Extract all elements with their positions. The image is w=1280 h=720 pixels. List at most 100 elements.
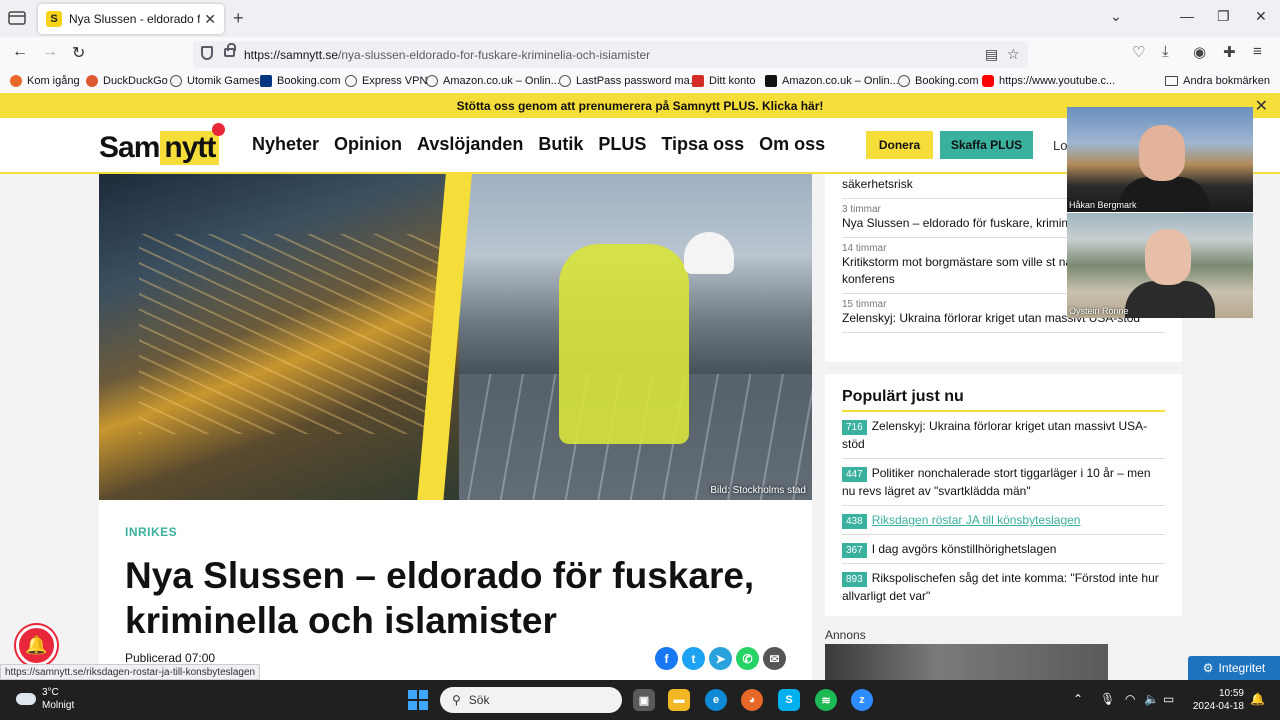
new-tab-icon[interactable]: + [233,8,244,29]
person-face [1145,229,1191,285]
whatsapp-icon[interactable]: ✆ [736,647,759,670]
popular-title[interactable]: Rikspolischefen såg det inte komma: "För… [842,571,1159,603]
bookmark-lastpass[interactable]: LastPass password ma... [559,75,699,87]
file-explorer-icon[interactable]: ▬ [668,689,690,711]
notification-bell-icon[interactable]: 🔔 [16,625,57,666]
privacy-button[interactable]: ⚙ Integritet [1188,656,1280,680]
skype-icon[interactable]: S [778,689,800,711]
telegram-icon[interactable]: ➤ [709,647,732,670]
email-icon[interactable]: ✉ [763,647,786,670]
ad-image[interactable] [825,644,1108,680]
share-buttons: f t ➤ ✆ ✉ [655,647,786,670]
restore-icon[interactable]: ❐ [1217,8,1230,25]
wifi-icon[interactable]: ◠ [1125,692,1135,706]
popular-title[interactable]: Zelenskyj: Ukraina förlorar kriget utan … [842,419,1147,451]
tab-list-icon[interactable] [8,10,26,26]
notification-center-icon[interactable]: 🔔 [1250,692,1265,706]
downloads-icon[interactable]: ⤓ [1162,43,1169,60]
edge-icon[interactable]: e [705,689,727,711]
close-banner-icon[interactable]: ✕ [1255,96,1268,116]
login-link[interactable]: Lo [1053,138,1067,153]
browser-tab-active[interactable]: S Nya Slussen - eldorado för fuskare ✕ [38,4,224,34]
volume-icon[interactable]: 🔈 [1144,692,1159,706]
bookmark-label: DuckDuckGo [103,75,168,87]
forward-icon[interactable]: → [42,43,58,61]
other-bookmarks[interactable]: Andra bokmärken [1165,75,1270,87]
url-bar[interactable]: https://samnytt.se/nya-slussen-eldorado-… [193,41,1028,68]
reader-view-icon[interactable]: ▤ [985,46,998,63]
menu-butik[interactable]: Butik [538,134,583,155]
task-view-icon[interactable]: ▣ [633,689,655,711]
account-icon[interactable]: ◉ [1193,43,1206,61]
popular-item[interactable]: 893 Rikspolischefen såg det inte komma: "… [842,564,1165,610]
samnytt-logo[interactable]: Sam nytt [99,123,226,169]
facebook-icon[interactable]: f [655,647,678,670]
popular-item[interactable]: 367 I dag avgörs könstillhörighetslagen [842,535,1165,564]
bookmark-star-icon[interactable]: ☆ [1007,46,1020,63]
tracking-protection-shield-icon[interactable] [201,46,213,60]
menu-plus[interactable]: PLUS [598,134,646,155]
bookmark-booking[interactable]: Booking.com [260,75,341,87]
bookmark-amazon-1[interactable]: Amazon.co.uk – Onlin... [426,75,560,87]
lock-icon[interactable] [224,43,236,57]
image-credit: Bild: Stockholms stad [710,485,806,496]
bookmark-booking-2[interactable]: Booking.com [898,75,979,87]
tray-overflow-icon[interactable]: ⌃ [1073,692,1083,706]
link-status-bar: https://samnytt.se/riksdagen-rostar-ja-t… [0,664,261,680]
battery-icon[interactable]: ▭ [1163,692,1174,706]
popular-title-hovered[interactable]: Riksdagen röstar JA till könsbyteslagen [872,513,1081,527]
minimize-icon[interactable]: — [1180,8,1194,24]
popular-item[interactable]: 716 Zelenskyj: Ukraina förlorar kriget ut… [842,412,1165,459]
gear-icon: ⚙ [1202,661,1214,675]
get-plus-button[interactable]: Skaffa PLUS [940,131,1033,159]
menu-om-oss[interactable]: Om oss [759,134,825,155]
video-feed-1: Håkan Bergmark [1067,107,1253,212]
popular-title[interactable]: Politiker nonchalerade stort tiggarläger… [842,466,1151,498]
weather-widget[interactable]: 3°C Molnigt [16,686,74,712]
bookmark-expressvpn[interactable]: Express VPN [345,75,427,87]
bookmark-amazon-2[interactable]: Amazon.co.uk – Onlin... [765,75,899,87]
back-icon[interactable]: ← [12,43,28,61]
twitter-icon[interactable]: t [682,647,705,670]
bookmark-youtube[interactable]: https://www.youtube.c... [982,75,1115,87]
menu-nyheter[interactable]: Nyheter [252,134,319,155]
read-count-badge: 438 [842,514,867,529]
bookmark-utomik[interactable]: Utomik Games [170,75,260,87]
firefox-taskbar-icon[interactable]: ◕ [741,689,763,711]
reload-icon[interactable]: ↻ [72,43,85,63]
windows-start-icon[interactable] [408,690,428,710]
bookmark-duckduckgo[interactable]: DuckDuckGo [86,75,168,87]
bookmark-label: Express VPN [362,75,428,87]
pocket-icon[interactable]: ♡ [1132,43,1145,61]
amazon-icon [765,75,777,87]
bookmark-label: Kom igång [27,75,80,87]
popular-item[interactable]: 438 Riksdagen röstar JA till könsbyteslag… [842,506,1165,535]
close-window-icon[interactable]: ✕ [1255,8,1267,25]
clock[interactable]: 10:59 2024-04-18 [1193,687,1244,713]
participant-name: Håkan Bergmark [1069,200,1137,210]
menu-opinion[interactable]: Opinion [334,134,402,155]
bookmark-label: Amazon.co.uk – Onlin... [443,75,560,87]
tab-overflow-chevron-icon[interactable]: ⌄ [1110,8,1122,25]
donate-button[interactable]: Donera [866,131,933,159]
bookmark-label: Utomik Games [187,75,260,87]
cloud-icon [16,693,36,705]
popular-title[interactable]: I dag avgörs könstillhörighetslagen [872,542,1057,556]
zoom-icon[interactable]: z [851,689,873,711]
taskbar-search[interactable]: ⚲ Sök [440,687,622,713]
url-text[interactable]: https://samnytt.se/nya-slussen-eldorado-… [244,48,650,62]
temperature: 3°C [42,687,59,698]
spotify-icon[interactable]: ≋ [815,689,837,711]
microphone-icon[interactable]: 🎙 [1100,692,1115,706]
bookmark-label: https://www.youtube.c... [999,75,1116,87]
close-tab-icon[interactable]: ✕ [204,11,216,28]
extensions-icon[interactable]: ✚ [1223,43,1236,61]
menu-avslojanden[interactable]: Avslöjanden [417,134,523,155]
bookmark-kom-igang[interactable]: Kom igång [10,75,80,87]
person-body [1125,281,1215,318]
menu-tipsa-oss[interactable]: Tipsa oss [661,134,744,155]
bookmark-ditt-konto[interactable]: Ditt konto [692,75,755,87]
menu-icon[interactable]: ≡ [1253,43,1262,60]
article-category[interactable]: INRIKES [125,525,177,539]
popular-item[interactable]: 447 Politiker nonchalerade stort tiggarlä… [842,459,1165,506]
